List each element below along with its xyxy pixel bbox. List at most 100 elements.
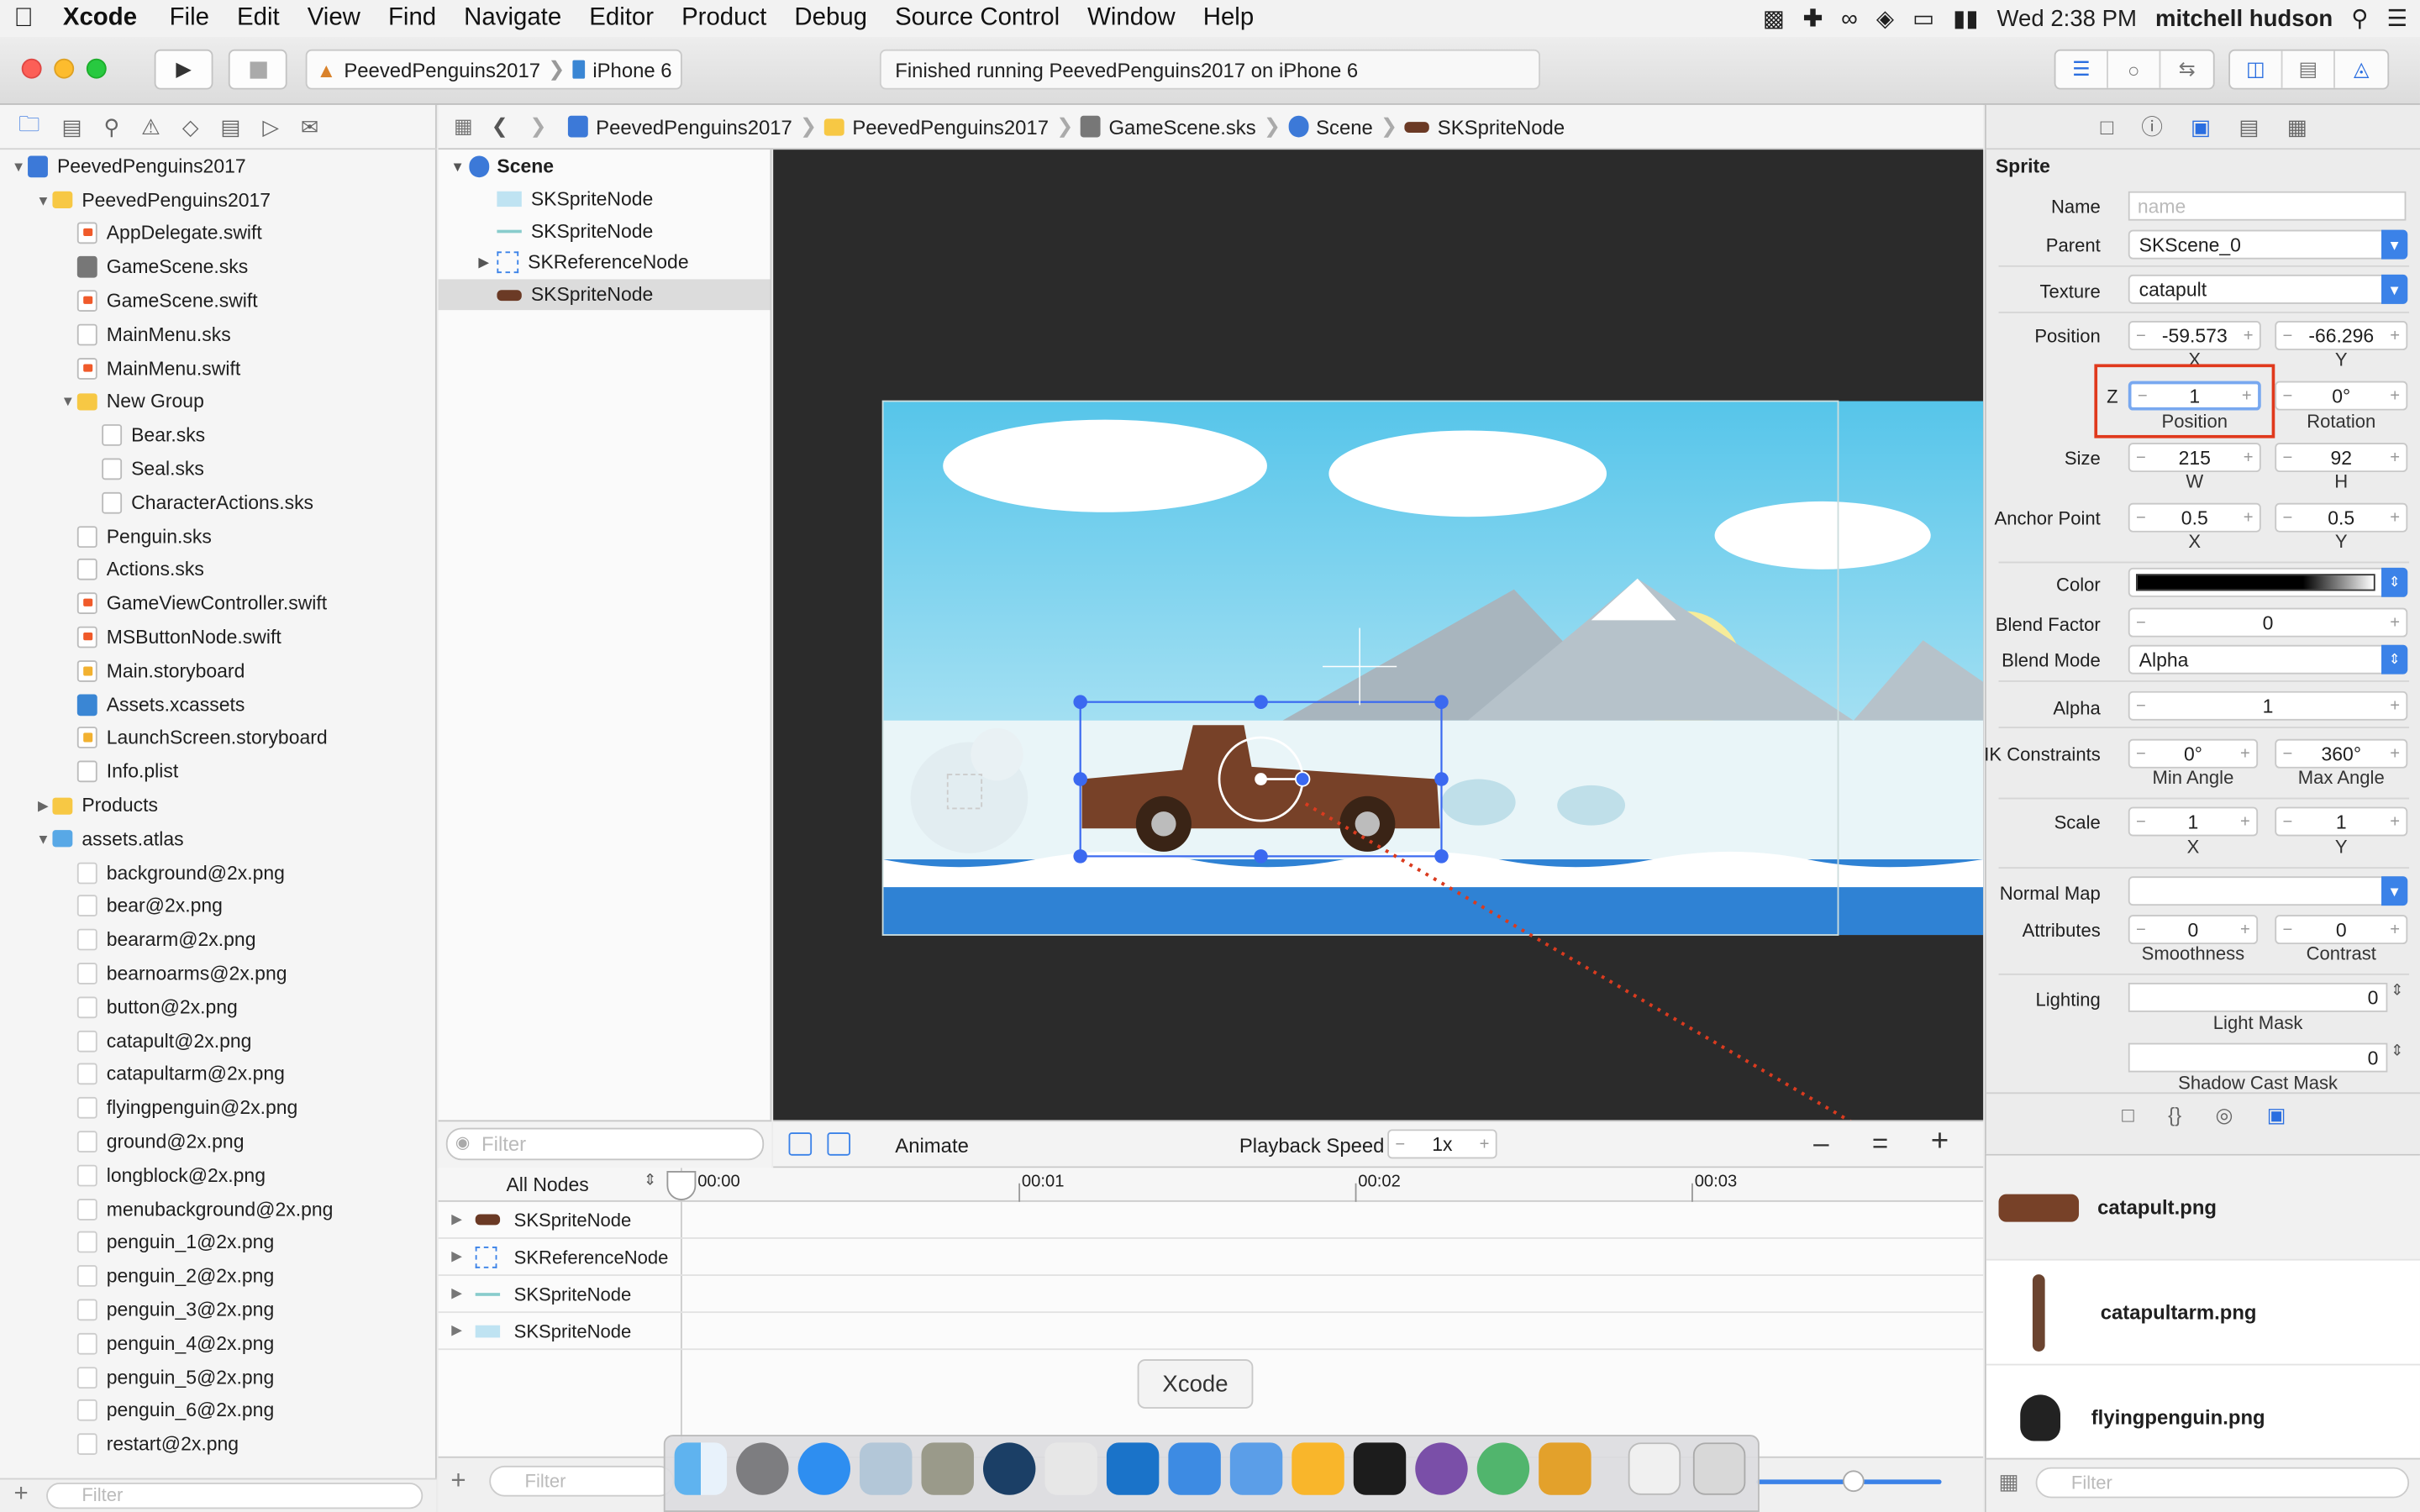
version-editor-icon[interactable]: ⇆ bbox=[2160, 51, 2212, 88]
toggle-utilities-icon[interactable]: ◬ bbox=[2335, 51, 2387, 88]
issue-navigator-icon[interactable]: ⚠ bbox=[141, 113, 160, 139]
decrement-icon[interactable]: − bbox=[2136, 326, 2146, 344]
size-h-value[interactable]: 92 bbox=[2331, 447, 2353, 469]
outline-row[interactable]: SKSpriteNode bbox=[439, 215, 771, 247]
increment-icon[interactable]: + bbox=[2240, 812, 2250, 831]
notification-center-icon[interactable]: ☰ bbox=[2387, 5, 2408, 32]
navigator-row[interactable]: ▼ assets.atlas bbox=[0, 822, 437, 856]
disclosure-open-icon[interactable]: ▼ bbox=[450, 160, 469, 175]
trash-icon[interactable] bbox=[1692, 1442, 1746, 1495]
increment-icon[interactable]: + bbox=[2244, 449, 2254, 467]
outline-row-selected[interactable]: SKSpriteNode bbox=[438, 278, 771, 311]
media-library-icon[interactable]: ▣ bbox=[2267, 1103, 2286, 1154]
decrement-icon[interactable]: − bbox=[2282, 449, 2292, 467]
navigator-row[interactable]: GameScene.sks bbox=[0, 250, 437, 284]
navigator-row[interactable]: bearnoarms@2x.png bbox=[0, 957, 437, 990]
run-button[interactable]: ▶ bbox=[154, 49, 213, 90]
normal-map-popup[interactable]: ▼ bbox=[2128, 876, 2408, 906]
quick-help-icon[interactable]: ⓘ bbox=[2141, 111, 2163, 142]
stop-button[interactable] bbox=[228, 49, 287, 90]
bottom-filter-field[interactable]: Filter bbox=[489, 1465, 675, 1497]
menu-source-control[interactable]: Source Control bbox=[881, 5, 1074, 33]
toggle-outline-icon[interactable] bbox=[788, 1132, 813, 1156]
file-template-library-icon[interactable]: □ bbox=[2122, 1103, 2133, 1154]
increment-icon[interactable]: + bbox=[2244, 508, 2254, 527]
jump-file[interactable]: GameScene.sks bbox=[1108, 115, 1255, 139]
sketch-icon[interactable] bbox=[1292, 1442, 1344, 1495]
increment-icon[interactable]: + bbox=[2390, 613, 2400, 632]
add-icon[interactable]: + bbox=[450, 1466, 466, 1497]
forward-icon[interactable]: ❯ bbox=[529, 114, 546, 139]
name-field[interactable]: name bbox=[2128, 191, 2407, 221]
outline-row[interactable]: SKSpriteNode bbox=[439, 183, 771, 215]
navigator-row[interactable]: CharacterActions.sks bbox=[0, 486, 437, 520]
size-h-stepper[interactable]: − 92 + bbox=[2275, 443, 2408, 473]
position-x-value[interactable]: -59.573 bbox=[2162, 325, 2228, 347]
decrement-icon[interactable]: − bbox=[2282, 386, 2292, 405]
test-navigator-icon[interactable]: ◇ bbox=[182, 113, 199, 139]
decrement-icon[interactable]: − bbox=[2282, 744, 2292, 763]
navigator-row[interactable]: Assets.xcassets bbox=[0, 688, 437, 722]
increment-icon[interactable]: + bbox=[2390, 696, 2400, 715]
standard-editor-icon[interactable]: ☰ bbox=[2055, 50, 2108, 88]
anchor-x-value[interactable]: 0.5 bbox=[2181, 507, 2208, 528]
assistant-editor-icon[interactable]: ○ bbox=[2108, 50, 2161, 88]
position-x-stepper[interactable]: − -59.573 + bbox=[2128, 321, 2261, 350]
jump-group[interactable]: PeevedPenguins2017 bbox=[852, 115, 1049, 139]
navigator-row[interactable]: Bear.sks bbox=[0, 418, 437, 452]
scale-x-stepper[interactable]: − 1 + bbox=[2128, 806, 2259, 837]
ik-max-stepper[interactable]: − 360° + bbox=[2275, 738, 2408, 769]
editor-mode-segment[interactable]: ☰ ○ ⇆ bbox=[2054, 49, 2215, 90]
alpha-value[interactable]: 1 bbox=[2263, 695, 2274, 717]
library-item[interactable]: flyingpenguin.png bbox=[1986, 1365, 2420, 1471]
playback-speed-value[interactable]: 1x bbox=[1432, 1133, 1452, 1155]
wifi-icon[interactable]: ◈ bbox=[1876, 5, 1894, 32]
navigator-row[interactable]: button@2x.png bbox=[0, 990, 437, 1024]
disclosure-open-icon[interactable]: ▼ bbox=[34, 192, 52, 207]
decrement-icon[interactable]: − bbox=[2136, 921, 2146, 939]
scheme-name[interactable]: PeevedPenguins2017 bbox=[344, 58, 540, 81]
disclosure-closed-icon[interactable]: ▶ bbox=[34, 797, 52, 814]
app-menu[interactable]: Xcode bbox=[47, 5, 155, 33]
decrement-icon[interactable]: − bbox=[2136, 696, 2146, 715]
font-app-icon[interactable] bbox=[921, 1442, 974, 1495]
disclosure-closed-icon[interactable]: ▶ bbox=[439, 1285, 476, 1302]
battery-icon[interactable]: ▮▮ bbox=[1953, 5, 1978, 32]
file-inspector-icon[interactable]: □ bbox=[2101, 114, 2114, 139]
decrement-icon[interactable]: − bbox=[2138, 386, 2148, 405]
navigator-row[interactable]: Actions.sks bbox=[0, 554, 437, 587]
timeline-row[interactable]: ▶ SKSpriteNode bbox=[438, 1313, 1984, 1351]
attributes-inspector-icon[interactable]: ▣ bbox=[2191, 113, 2211, 139]
increment-icon[interactable]: + bbox=[2390, 812, 2400, 831]
outline-row[interactable]: ▶ SKReferenceNode bbox=[439, 247, 771, 279]
increment-icon[interactable]: + bbox=[2390, 449, 2400, 467]
chevron-updown-icon[interactable]: ⇕ bbox=[2391, 983, 2403, 1000]
disclosure-closed-icon[interactable]: ▶ bbox=[478, 255, 497, 271]
terminal-icon[interactable] bbox=[1353, 1442, 1407, 1495]
navigator-row[interactable]: flyingpenguin@2x.png bbox=[0, 1091, 437, 1125]
disclosure-closed-icon[interactable]: ▶ bbox=[439, 1211, 476, 1228]
menu-navigate[interactable]: Navigate bbox=[450, 5, 576, 33]
toggle-timeline-icon[interactable] bbox=[827, 1132, 851, 1156]
blend-mode-popup[interactable]: Alpha ⇕ bbox=[2128, 644, 2408, 675]
increment-icon[interactable]: + bbox=[2390, 386, 2400, 405]
disclosure-open-icon[interactable]: ▼ bbox=[34, 832, 52, 847]
anchor-y-stepper[interactable]: − 0.5 + bbox=[2275, 502, 2408, 533]
increment-icon[interactable]: + bbox=[2390, 921, 2400, 939]
brackets-icon[interactable] bbox=[1106, 1442, 1160, 1495]
disclosure-open-icon[interactable]: ▼ bbox=[9, 159, 28, 174]
user-name[interactable]: mitchell hudson bbox=[2155, 5, 2333, 31]
menu-product[interactable]: Product bbox=[668, 5, 781, 33]
node-filter-popup[interactable]: All Nodes bbox=[506, 1174, 588, 1196]
menu-window[interactable]: Window bbox=[1074, 5, 1190, 33]
navigator-row[interactable]: penguin_4@2x.png bbox=[0, 1326, 437, 1360]
playhead[interactable] bbox=[666, 1171, 697, 1200]
related-items-icon[interactable]: ▦ bbox=[454, 114, 473, 139]
zoom-in-icon[interactable]: + bbox=[1931, 1125, 1949, 1160]
rotation-stepper[interactable]: − 0° + bbox=[2275, 381, 2408, 411]
scale-x-value[interactable]: 1 bbox=[2188, 811, 2199, 832]
size-inspector-icon[interactable]: ▤ bbox=[2238, 113, 2259, 139]
navigator-row[interactable]: beararm@2x.png bbox=[0, 923, 437, 957]
position-y-value[interactable]: -66.296 bbox=[2308, 325, 2374, 347]
menu-edit[interactable]: Edit bbox=[223, 5, 293, 33]
